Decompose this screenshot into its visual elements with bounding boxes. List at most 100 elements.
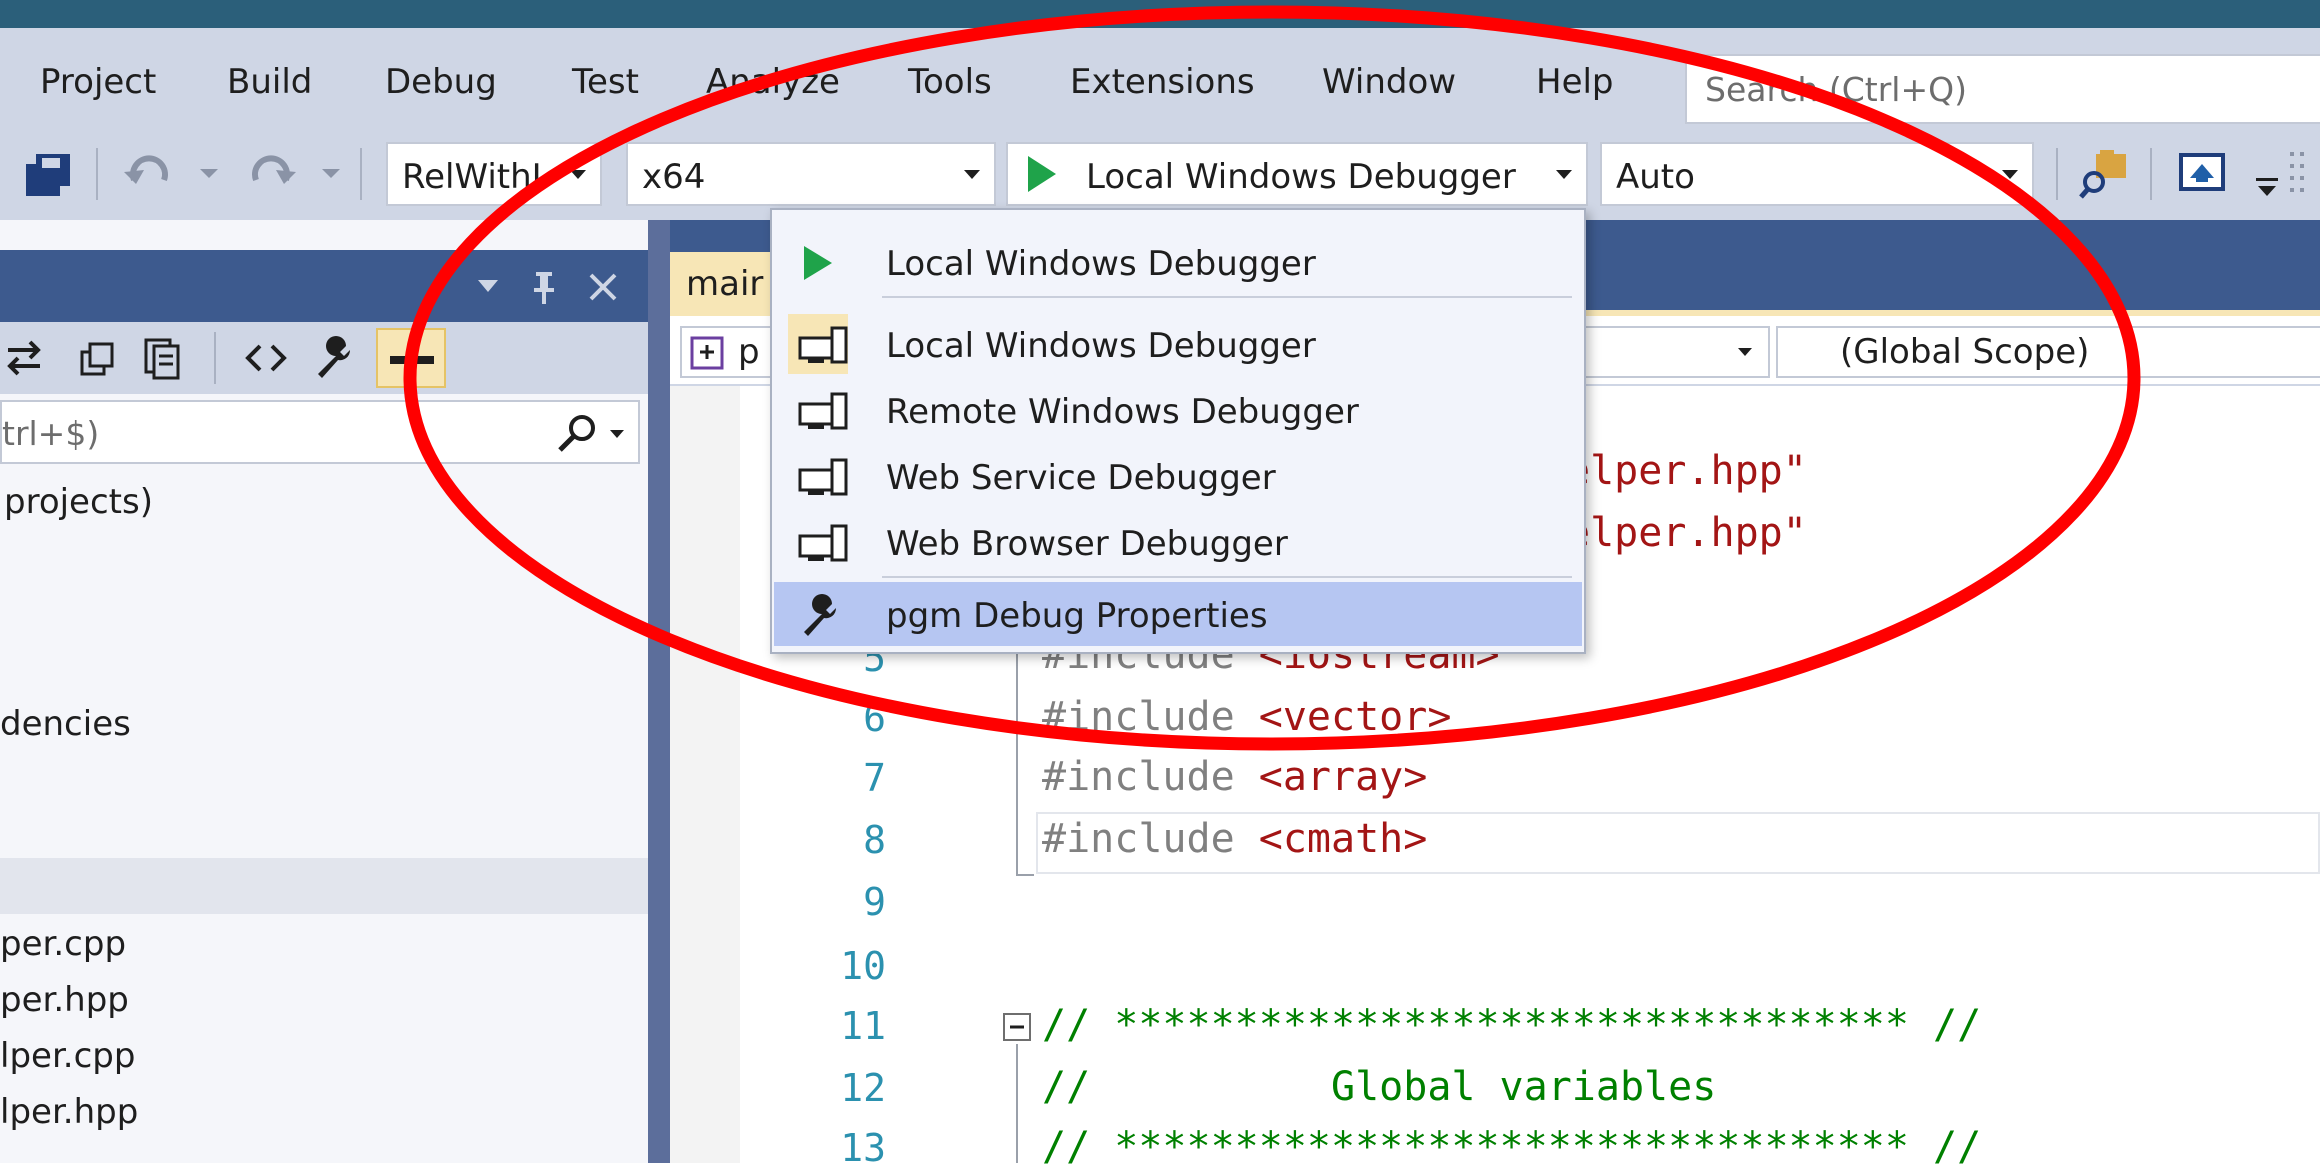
global-scope-value: (Global Scope): [1840, 332, 2090, 372]
debugger-value: Local Windows Debugger: [1086, 157, 1516, 197]
line-number: 7: [863, 756, 886, 800]
project-scope-value: p: [738, 332, 760, 372]
menu-analyze[interactable]: Analyze: [706, 62, 840, 102]
tree-item-file[interactable]: lper.hpp: [0, 1092, 138, 1132]
menu-project[interactable]: Project: [40, 62, 156, 102]
solution-explorer-header: [0, 250, 648, 322]
line-number: 8: [863, 818, 886, 862]
debugger-combo[interactable]: Local Windows Debugger: [1006, 142, 1588, 206]
toolbar-separator: [2150, 148, 2152, 200]
mode-combo[interactable]: Auto: [1600, 142, 2034, 206]
title-bar: [0, 0, 2320, 28]
preview-selected-items-button[interactable]: [376, 328, 446, 388]
platform-combo[interactable]: x64: [626, 142, 996, 206]
solution-explorer-search-placeholder: trl+$): [2, 414, 100, 453]
collapse-region-icon[interactable]: [1002, 1012, 1032, 1042]
toolbar-separator: [360, 148, 362, 200]
dropdown-item-local-windows-debugger-run[interactable]: Local Windows Debugger: [774, 232, 1582, 292]
code-comment: // ********************************* //: [1042, 1124, 1982, 1170]
redo-dropdown-chevron-down-icon[interactable]: [320, 166, 342, 182]
undo-dropdown-chevron-down-icon[interactable]: [198, 166, 220, 182]
code-line: #include <array>: [1042, 754, 1428, 800]
toolbar-separator: [96, 148, 98, 200]
menu-separator: [882, 576, 1572, 578]
menu-separator: [882, 296, 1572, 298]
configuration-combo[interactable]: RelWithI: [386, 142, 602, 206]
menu-tools[interactable]: Tools: [908, 62, 992, 102]
computer-icon: [798, 392, 848, 430]
code-include-string: elper.hpp": [1566, 448, 1807, 494]
search-options-chevron-down-icon[interactable]: [608, 428, 626, 440]
toolbar-separator: [214, 332, 216, 384]
menu-help[interactable]: Help: [1536, 62, 1614, 102]
find-in-files-icon[interactable]: [2078, 148, 2132, 200]
close-icon[interactable]: [586, 270, 620, 304]
chevron-down-icon: [2002, 170, 2018, 179]
computer-icon: [798, 326, 848, 364]
tree-item-dependencies[interactable]: dencies: [0, 704, 131, 744]
wrench-icon[interactable]: [312, 336, 358, 380]
play-icon: [804, 246, 832, 280]
search-placeholder: Search (Ctrl+Q): [1705, 70, 1967, 109]
line-number: 10: [840, 944, 886, 988]
editor-gutter: [670, 386, 740, 1163]
chevron-down-icon: [1556, 170, 1572, 179]
code-comment: // ********************************* //: [1042, 1002, 1982, 1048]
menu-window[interactable]: Window: [1322, 62, 1456, 102]
dropdown-item-remote-windows-debugger[interactable]: Remote Windows Debugger: [774, 380, 1582, 440]
view-code-icon[interactable]: [244, 340, 288, 376]
chevron-down-icon: [1738, 348, 1752, 356]
solution-explorer-toolbar: [0, 322, 648, 394]
project-icon: [690, 336, 724, 370]
dropdown-item-local-windows-debugger[interactable]: Local Windows Debugger: [774, 314, 1582, 374]
line-number: 9: [863, 880, 886, 924]
tree-item-file[interactable]: lper.cpp: [0, 1036, 135, 1076]
line-number: 6: [863, 696, 886, 740]
save-all-icon[interactable]: [22, 150, 76, 200]
dropdown-item-web-service-debugger[interactable]: Web Service Debugger: [774, 446, 1582, 506]
code-line: #include <vector>: [1042, 694, 1452, 740]
menu-test[interactable]: Test: [572, 62, 639, 102]
menu-build[interactable]: Build: [227, 62, 312, 102]
toolbar-grip-icon[interactable]: [2286, 148, 2310, 204]
tree-item-solution[interactable]: projects): [4, 482, 153, 522]
line-number: 12: [840, 1066, 886, 1110]
dropdown-item-web-browser-debugger[interactable]: Web Browser Debugger: [774, 512, 1582, 572]
debugger-dropdown-menu: Local Windows Debugger Local Windows Deb…: [770, 208, 1586, 654]
wrench-icon: [804, 594, 837, 636]
redo-icon[interactable]: [240, 150, 300, 200]
code-comment: // Global variables: [1042, 1064, 1717, 1110]
toolbar-overflow-chevron-down-icon[interactable]: [2254, 176, 2280, 200]
outline-guide-end: [1016, 874, 1034, 876]
line-number: 11: [840, 1004, 886, 1048]
computer-icon: [798, 524, 848, 562]
play-icon: [1028, 156, 1056, 192]
mode-value: Auto: [1616, 157, 1695, 197]
chevron-down-icon: [964, 170, 980, 179]
preview-icon: [390, 346, 434, 364]
dropdown-item-debug-properties[interactable]: pgm Debug Properties: [774, 582, 1582, 646]
code-line: #include <cmath>: [1042, 816, 1428, 862]
toolbar-separator: [2056, 148, 2058, 200]
collapse-all-icon[interactable]: [78, 338, 118, 378]
line-number: 13: [840, 1126, 886, 1170]
platform-value: x64: [642, 157, 706, 197]
solution-explorer-search-input[interactable]: trl+$): [0, 400, 640, 464]
live-share-icon[interactable]: [2178, 152, 2226, 196]
tree-item-file[interactable]: per.hpp: [0, 980, 129, 1020]
menu-debug[interactable]: Debug: [385, 62, 497, 102]
configuration-value: RelWithI: [402, 157, 542, 197]
panel-splitter[interactable]: [648, 220, 670, 1163]
tree-selection-row[interactable]: [0, 858, 648, 914]
menu-extensions[interactable]: Extensions: [1070, 62, 1255, 102]
show-all-files-icon[interactable]: [140, 336, 184, 380]
tree-item-file[interactable]: per.cpp: [0, 924, 126, 964]
panel-options-chevron-down-icon[interactable]: [474, 276, 502, 296]
search-box[interactable]: Search (Ctrl+Q): [1685, 54, 2320, 124]
global-scope-dropdown[interactable]: (Global Scope): [1776, 326, 2320, 378]
search-icon: [558, 415, 595, 452]
tab-label: mair: [686, 264, 764, 304]
undo-icon[interactable]: [120, 150, 180, 200]
sync-icon[interactable]: [4, 338, 44, 378]
pin-icon[interactable]: [528, 268, 560, 306]
